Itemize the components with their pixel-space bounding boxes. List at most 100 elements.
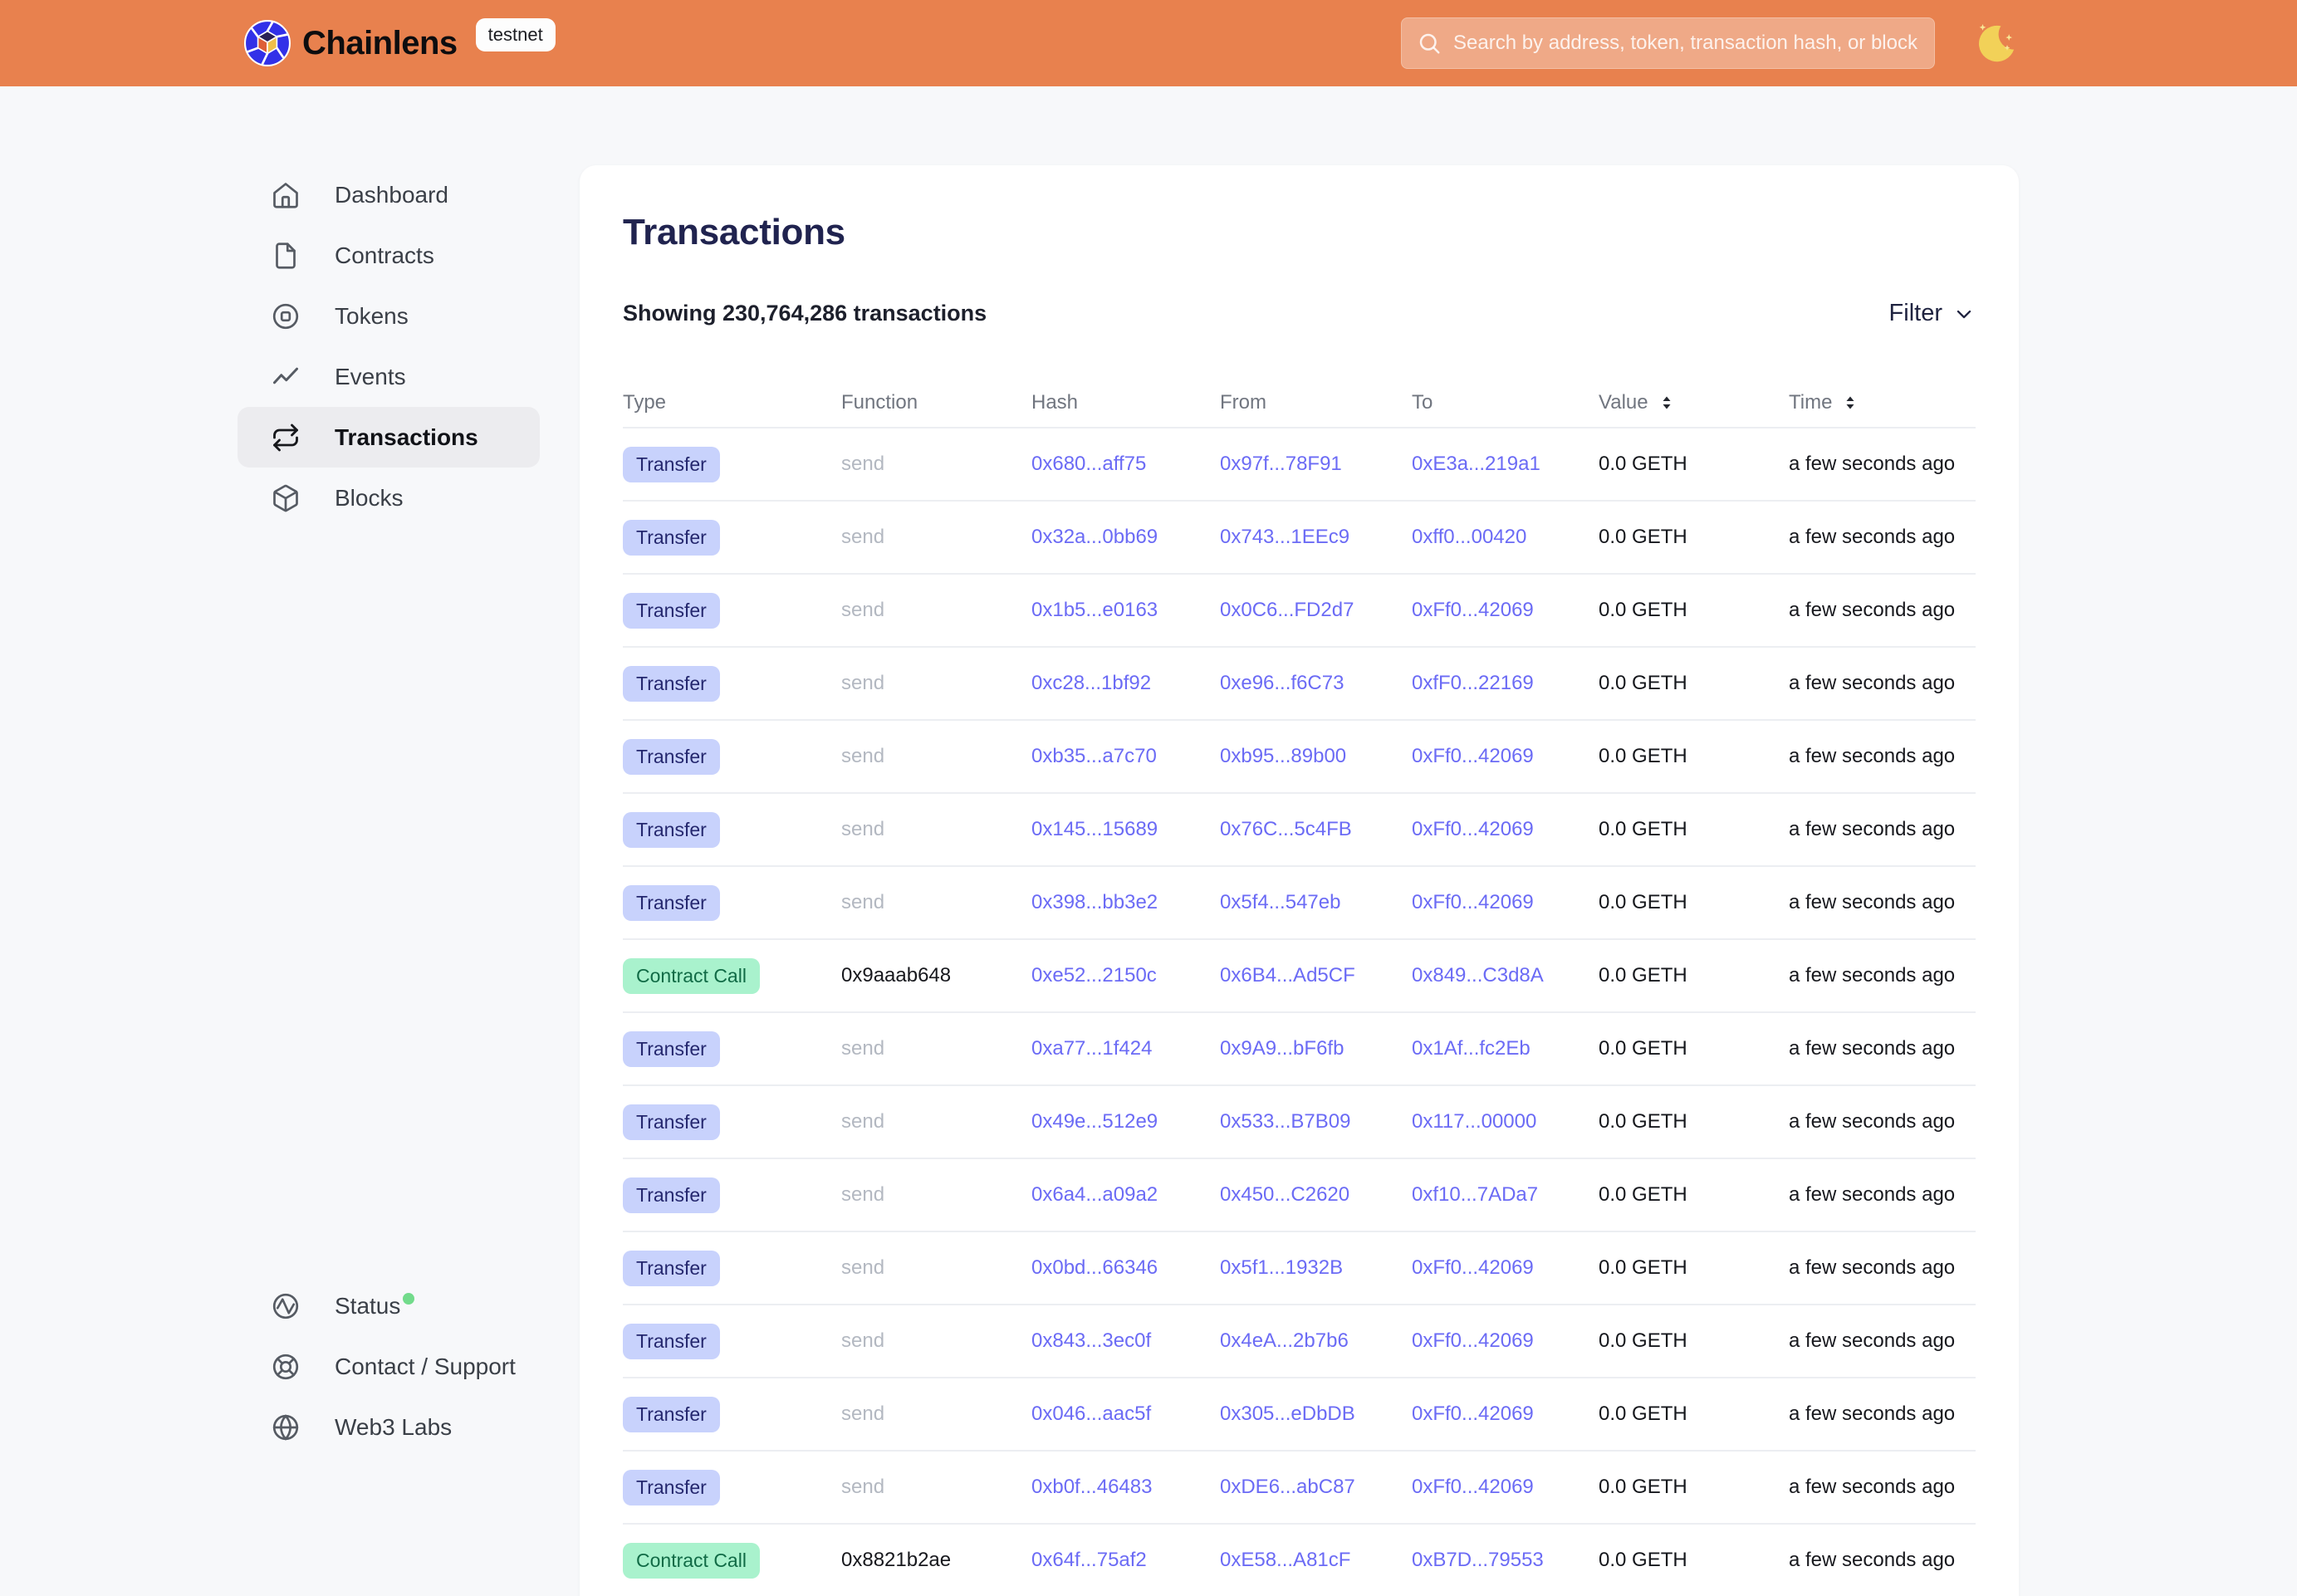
to-link[interactable]: 0xFf0...42069: [1412, 1256, 1534, 1279]
hash-link[interactable]: 0x64f...75af2: [1031, 1549, 1147, 1571]
from-link[interactable]: 0xb95...89b00: [1220, 745, 1346, 767]
search-box[interactable]: [1401, 17, 1935, 69]
from-link[interactable]: 0x0C6...FD2d7: [1220, 599, 1354, 621]
function-cell: send: [841, 1037, 1031, 1060]
type-badge: Transfer: [623, 1397, 720, 1432]
sort-icon[interactable]: [1657, 393, 1677, 413]
sidebar-item-web3-labs[interactable]: Web3 Labs: [238, 1397, 553, 1457]
sidebar-item-blocks[interactable]: Blocks: [238, 468, 540, 528]
hash-link[interactable]: 0x0bd...66346: [1031, 1256, 1158, 1279]
hash-link[interactable]: 0x1b5...e0163: [1031, 599, 1158, 621]
from-link[interactable]: 0x9A9...bF6fb: [1220, 1037, 1344, 1060]
to-link[interactable]: 0xB7D...79553: [1412, 1549, 1544, 1571]
from-cell: 0xb95...89b00: [1220, 745, 1412, 768]
sort-icon[interactable]: [1840, 393, 1860, 413]
dark-mode-toggle[interactable]: [1975, 22, 2018, 65]
sidebar-item-status[interactable]: Status: [238, 1275, 553, 1336]
to-cell: 0xFf0...42069: [1412, 1403, 1599, 1426]
brand-group[interactable]: Chainlens testnet: [244, 20, 556, 66]
sidebar-item-label: Blocks: [335, 485, 403, 512]
hash-link[interactable]: 0x680...aff75: [1031, 453, 1146, 475]
to-link[interactable]: 0xFf0...42069: [1412, 599, 1534, 621]
sidebar-item-transactions[interactable]: Transactions: [238, 407, 540, 468]
time-cell: a few seconds ago: [1789, 1256, 1976, 1280]
filter-label: Filter: [1889, 300, 1942, 327]
from-link[interactable]: 0x76C...5c4FB: [1220, 818, 1352, 840]
value-cell: 0.0 GETH: [1599, 1329, 1789, 1353]
hash-link[interactable]: 0x145...15689: [1031, 818, 1158, 840]
to-cell: 0x117...00000: [1412, 1110, 1599, 1133]
hash-link[interactable]: 0xe52...2150c: [1031, 964, 1157, 986]
sidebar-item-events[interactable]: Events: [238, 346, 540, 407]
hash-link[interactable]: 0x843...3ec0f: [1031, 1329, 1151, 1352]
type-badge: Transfer: [623, 447, 720, 482]
from-link[interactable]: 0x305...eDbDB: [1220, 1403, 1355, 1425]
search-input[interactable]: [1453, 32, 1919, 55]
from-link[interactable]: 0x743...1EEc9: [1220, 526, 1349, 548]
type-badge: Contract Call: [623, 1543, 760, 1579]
to-link[interactable]: 0xFf0...42069: [1412, 1476, 1534, 1498]
hash-link[interactable]: 0x6a4...a09a2: [1031, 1183, 1158, 1206]
value-cell: 0.0 GETH: [1599, 526, 1789, 549]
from-link[interactable]: 0x97f...78F91: [1220, 453, 1342, 475]
type-cell: Transfer: [623, 1177, 841, 1213]
from-link[interactable]: 0x5f4...547eb: [1220, 891, 1340, 913]
from-link[interactable]: 0xDE6...abC87: [1220, 1476, 1355, 1498]
to-link[interactable]: 0xfF0...22169: [1412, 672, 1534, 694]
hash-link[interactable]: 0xc28...1bf92: [1031, 672, 1151, 694]
hash-cell: 0x046...aac5f: [1031, 1403, 1220, 1426]
globe-icon: [271, 1412, 301, 1442]
to-link[interactable]: 0xFf0...42069: [1412, 818, 1534, 840]
sidebar-item-tokens[interactable]: Tokens: [238, 286, 540, 346]
sidebar-item-contact-support[interactable]: Contact / Support: [238, 1336, 553, 1397]
function-cell: send: [841, 672, 1031, 695]
to-link[interactable]: 0xf10...7ADa7: [1412, 1183, 1538, 1206]
time-cell: a few seconds ago: [1789, 745, 1976, 768]
from-link[interactable]: 0xe96...f6C73: [1220, 672, 1344, 694]
transaction-row: Transfer send 0x1b5...e0163 0x0C6...FD2d…: [623, 573, 1976, 646]
filter-button[interactable]: Filter: [1889, 300, 1976, 327]
to-link[interactable]: 0x849...C3d8A: [1412, 964, 1544, 986]
hash-link[interactable]: 0x398...bb3e2: [1031, 891, 1158, 913]
hash-link[interactable]: 0x046...aac5f: [1031, 1403, 1151, 1425]
hash-link[interactable]: 0xa77...1f424: [1031, 1037, 1152, 1060]
to-link[interactable]: 0xE3a...219a1: [1412, 453, 1540, 475]
function-cell: 0x8821b2ae: [841, 1549, 1031, 1572]
column-header-value[interactable]: Value: [1599, 391, 1789, 414]
hash-link[interactable]: 0x49e...512e9: [1031, 1110, 1158, 1133]
transaction-row: Transfer send 0x6a4...a09a2 0x450...C262…: [623, 1158, 1976, 1231]
to-cell: 0xFf0...42069: [1412, 1256, 1599, 1280]
hash-link[interactable]: 0x32a...0bb69: [1031, 526, 1158, 548]
sidebar: Dashboard Contracts Tokens Events: [0, 86, 580, 1596]
from-link[interactable]: 0x533...B7B09: [1220, 1110, 1350, 1133]
to-link[interactable]: 0xFf0...42069: [1412, 1403, 1534, 1425]
to-cell: 0xB7D...79553: [1412, 1549, 1599, 1572]
from-link[interactable]: 0x4eA...2b7b6: [1220, 1329, 1349, 1352]
to-link[interactable]: 0xFf0...42069: [1412, 745, 1534, 767]
from-link[interactable]: 0x5f1...1932B: [1220, 1256, 1343, 1279]
hash-link[interactable]: 0xb35...a7c70: [1031, 745, 1157, 767]
from-link[interactable]: 0xE58...A81cF: [1220, 1549, 1350, 1571]
sidebar-item-contracts[interactable]: Contracts: [238, 225, 540, 286]
to-link[interactable]: 0xff0...00420: [1412, 526, 1526, 548]
value-cell: 0.0 GETH: [1599, 1110, 1789, 1133]
to-link[interactable]: 0xFf0...42069: [1412, 891, 1534, 913]
hash-cell: 0xe52...2150c: [1031, 964, 1220, 987]
transaction-row: Transfer send 0xb35...a7c70 0xb95...89b0…: [623, 719, 1976, 792]
to-link[interactable]: 0xFf0...42069: [1412, 1329, 1534, 1352]
time-cell: a few seconds ago: [1789, 1037, 1976, 1060]
chevron-down-icon: [1952, 302, 1976, 326]
hash-link[interactable]: 0xb0f...46483: [1031, 1476, 1152, 1498]
to-link[interactable]: 0x117...00000: [1412, 1110, 1536, 1133]
from-link[interactable]: 0x6B4...Ad5CF: [1220, 964, 1355, 986]
to-link[interactable]: 0x1Af...fc2Eb: [1412, 1037, 1531, 1060]
from-cell: 0x5f1...1932B: [1220, 1256, 1412, 1280]
type-badge: Transfer: [623, 1324, 720, 1359]
value-cell: 0.0 GETH: [1599, 672, 1789, 695]
from-link[interactable]: 0x450...C2620: [1220, 1183, 1349, 1206]
type-cell: Transfer: [623, 739, 841, 775]
column-header-time[interactable]: Time: [1789, 391, 1976, 414]
function-cell: send: [841, 1476, 1031, 1499]
sidebar-item-dashboard[interactable]: Dashboard: [238, 164, 540, 225]
from-cell: 0x5f4...547eb: [1220, 891, 1412, 914]
